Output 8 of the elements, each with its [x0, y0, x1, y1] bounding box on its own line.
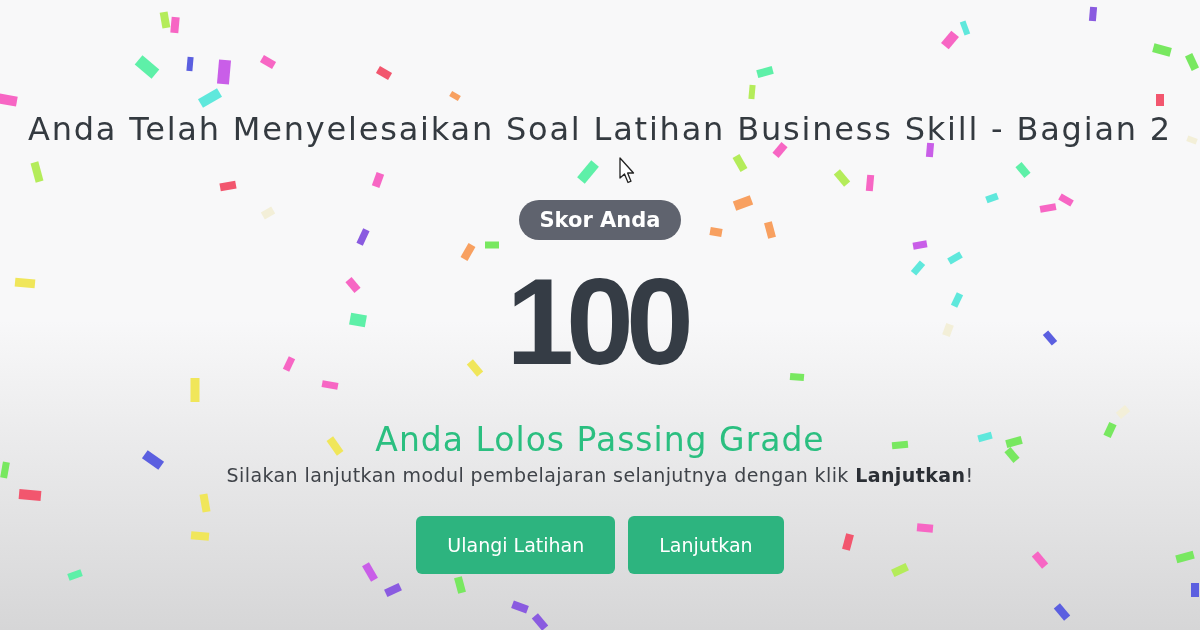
result-message: Silakan lanjutkan modul pembelajaran selanjutnya dengan klik Lanjutkan!	[226, 463, 974, 488]
score-value: 100	[506, 262, 688, 382]
action-button[interactable]: Ulangi Latihan	[416, 516, 616, 574]
mouse-pointer-icon	[619, 157, 635, 184]
result-heading: Anda Lolos Passing Grade	[375, 420, 825, 460]
page-title: Anda Telah Menyelesaikan Soal Latihan Business Skill - Bagian 2	[27, 109, 1173, 149]
action-button[interactable]: Lanjutkan	[628, 516, 784, 574]
score-label: Skor Anda	[519, 200, 681, 240]
